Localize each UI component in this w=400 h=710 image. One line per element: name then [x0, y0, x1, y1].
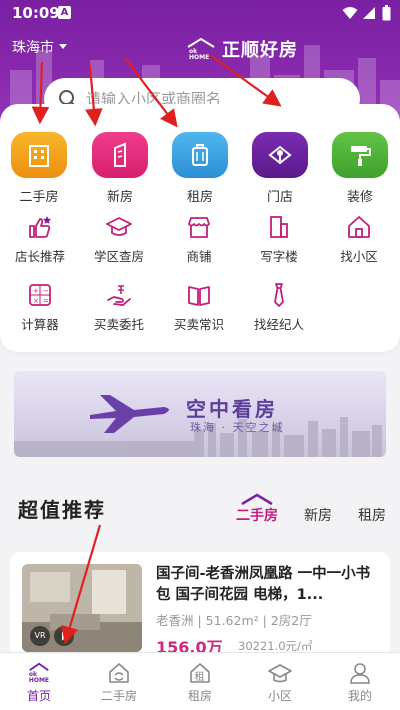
service-renovation[interactable]: 装修	[325, 132, 395, 205]
service-label: 学区查房	[93, 249, 144, 264]
service-label: 店长推荐	[14, 249, 65, 264]
nav-community[interactable]: 小区	[245, 661, 315, 704]
vr-badge[interactable]: VR	[30, 626, 50, 646]
service-label: 买卖常识	[173, 317, 224, 332]
nav-label: 首页	[26, 689, 51, 703]
home-logo-icon: ok HOME	[27, 661, 51, 685]
service-label: 计算器	[21, 317, 59, 332]
service-manager-recommend[interactable]: 店长推荐	[2, 214, 78, 265]
tower-icon	[92, 132, 148, 178]
nav-profile[interactable]: 我的	[325, 661, 395, 704]
tab-rent[interactable]: 租房	[358, 505, 386, 525]
nav-secondhand[interactable]: 二手房	[84, 661, 154, 704]
service-label: 新房	[106, 190, 133, 205]
store-icon	[252, 132, 308, 178]
section-title: 超值推荐	[18, 498, 106, 522]
tab-secondhand[interactable]: 二手房	[236, 505, 278, 525]
bottom-navigation: ok HOME 首页 二手房 租 租房 小区 我的	[0, 652, 400, 710]
nav-label: 租房	[187, 689, 212, 703]
luggage-icon	[172, 132, 228, 178]
tab-newhouse[interactable]: 新房	[304, 505, 332, 525]
primary-services: 二手房 新房 租房 门店 装修	[0, 132, 400, 212]
banner-subtitle: 珠海 · 天空之城	[190, 421, 285, 434]
listing-meta: 老香洲 | 51.62m² | 2房2厅	[156, 613, 312, 628]
service-secondhand[interactable]: 二手房	[4, 132, 74, 205]
svg-text:HOME: HOME	[189, 54, 209, 60]
battery-icon	[382, 5, 391, 21]
service-find-community[interactable]: 找小区	[321, 214, 397, 265]
service-label: 门店	[266, 190, 293, 205]
shop-icon	[186, 214, 212, 240]
service-office[interactable]: 写字楼	[241, 214, 317, 265]
recommend-tabs: 二手房 新房 租房	[230, 493, 400, 535]
banner-title: 空中看房	[186, 397, 278, 421]
svg-text:+: +	[33, 287, 39, 295]
wifi-icon	[342, 7, 358, 19]
promo-banner[interactable]: 空中看房 珠海 · 天空之城	[14, 371, 386, 457]
house-icon	[346, 214, 372, 240]
hand-money-icon	[106, 282, 132, 308]
service-find-agent[interactable]: 找经纪人	[241, 282, 317, 333]
notification-a-icon: A	[58, 6, 71, 19]
status-time: 10:09	[12, 4, 60, 22]
service-shops[interactable]: 商铺	[161, 214, 237, 265]
service-label: 二手房	[19, 190, 59, 205]
city-selector[interactable]: 珠海市	[12, 37, 68, 57]
listing-card[interactable]: VR 国子间-老香洲凤凰路 一中一小书包 国子间花园 电梯，1... 老香洲 |…	[10, 552, 390, 662]
svg-text:租: 租	[195, 670, 205, 683]
caret-down-icon	[59, 44, 67, 49]
svg-text:=: =	[43, 297, 49, 305]
listing-thumbnail[interactable]: VR	[22, 564, 142, 652]
service-label: 商铺	[186, 249, 212, 264]
signal-icon	[363, 7, 375, 19]
service-trade-knowledge[interactable]: 买卖常识	[161, 282, 237, 333]
building-icon	[11, 132, 67, 178]
service-calculator[interactable]: + − × = 计算器	[2, 282, 78, 333]
roof-indicator-icon	[241, 493, 273, 505]
services-card: 二手房 新房 租房 门店 装修 店长推荐 学区查房 商铺 写字楼 找小区 + −…	[0, 104, 400, 352]
service-rent[interactable]: 租房	[165, 132, 235, 205]
secondary-services-row-2: + − × = 计算器 买卖委托 买卖常识 找经纪人	[0, 282, 400, 342]
profile-icon	[348, 661, 372, 685]
service-trade-entrust[interactable]: 买卖委托	[81, 282, 157, 333]
rent-icon: 租	[188, 661, 212, 685]
service-newhouse[interactable]: 新房	[85, 132, 155, 205]
paint-roller-icon	[332, 132, 388, 178]
thumbs-up-icon	[27, 214, 53, 240]
community-icon	[268, 661, 292, 685]
nav-label: 二手房	[100, 689, 137, 703]
book-icon	[186, 282, 212, 308]
brand-logo: ok HOME 正顺好房	[186, 36, 298, 62]
svg-text:×: ×	[33, 297, 39, 305]
service-label: 租房	[186, 190, 213, 205]
calculator-icon: + − × =	[27, 282, 53, 308]
secondhand-icon	[107, 661, 131, 685]
service-school-district[interactable]: 学区查房	[81, 214, 157, 265]
status-bar: 10:09 A	[0, 0, 400, 28]
graduation-cap-icon	[106, 214, 132, 240]
play-video-icon[interactable]	[54, 626, 74, 646]
airplane-icon	[90, 395, 169, 433]
secondary-services-row-1: 店长推荐 学区查房 商铺 写字楼 找小区	[0, 214, 400, 274]
service-label: 写字楼	[260, 249, 298, 264]
brand-name: 正顺好房	[222, 40, 298, 61]
nav-label: 小区	[267, 689, 292, 703]
ok-home-logo-icon: ok HOME	[187, 38, 215, 60]
svg-text:HOME: HOME	[29, 677, 49, 684]
city-label: 珠海市	[12, 40, 54, 56]
office-building-icon	[266, 214, 292, 240]
service-label: 找经纪人	[253, 317, 304, 332]
nav-home[interactable]: ok HOME 首页	[4, 661, 74, 704]
service-label: 找小区	[340, 249, 378, 264]
listing-title: 国子间-老香洲凤凰路 一中一小书包 国子间花园 电梯，1...	[156, 566, 371, 603]
service-store[interactable]: 门店	[245, 132, 315, 205]
service-label: 买卖委托	[93, 317, 144, 332]
service-label: 装修	[346, 190, 373, 205]
nav-label: 我的	[347, 689, 372, 703]
nav-rent[interactable]: 租 租房	[165, 661, 235, 704]
tie-icon	[266, 282, 292, 308]
svg-text:−: −	[43, 287, 49, 295]
